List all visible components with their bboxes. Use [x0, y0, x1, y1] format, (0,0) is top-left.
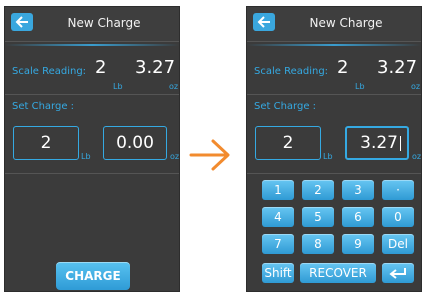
transition-arrow-icon: [189, 139, 230, 171]
charge-lb-field[interactable]: 2: [13, 126, 79, 160]
enter-arrow-icon: [389, 268, 406, 279]
scale-lb-value: 2: [95, 57, 107, 78]
section-divider: [5, 173, 179, 174]
key-0[interactable]: 0: [382, 207, 414, 227]
charge-oz-value: 0.00: [116, 133, 154, 153]
key-7[interactable]: 7: [262, 234, 294, 254]
key-dot[interactable]: ·: [382, 180, 414, 200]
scale-lb-value: 2: [337, 57, 349, 78]
back-arrow-icon: [257, 16, 270, 28]
header-divider: [5, 44, 179, 46]
charge-oz-field-active[interactable]: 3.27: [345, 126, 409, 160]
charge-oz-field[interactable]: 0.00: [103, 126, 167, 160]
charge-lb-value: 2: [282, 133, 294, 153]
set-charge-label: Set Charge :: [254, 101, 317, 112]
page-title: New Charge: [309, 16, 383, 30]
scale-oz-unit: oz: [411, 82, 421, 91]
key-enter[interactable]: [382, 263, 414, 283]
key-recover[interactable]: RECOVER: [300, 263, 376, 283]
section-divider: [247, 173, 421, 174]
section-divider: [5, 94, 179, 95]
scale-oz-value: 3.27: [377, 57, 418, 78]
text-cursor: [400, 135, 401, 151]
new-charge-screen-right: New Charge Scale Reading: 2 Lb 3.27 oz S…: [246, 6, 422, 292]
key-4[interactable]: 4: [262, 207, 294, 227]
key-2[interactable]: 2: [302, 180, 334, 200]
charge-lb-field[interactable]: 2: [255, 126, 321, 160]
set-charge-label: Set Charge :: [12, 101, 75, 112]
key-9[interactable]: 9: [342, 234, 374, 254]
scale-oz-unit: oz: [169, 82, 179, 91]
scale-lb-unit: Lb: [355, 82, 365, 91]
section-divider: [247, 94, 421, 95]
scale-oz-value: 3.27: [135, 57, 176, 78]
back-button[interactable]: [11, 13, 33, 31]
key-del[interactable]: Del: [382, 234, 414, 254]
back-button[interactable]: [253, 13, 275, 31]
key-shift[interactable]: Shift: [262, 263, 294, 283]
header: New Charge: [247, 7, 421, 42]
header-divider: [247, 44, 421, 46]
key-1[interactable]: 1: [262, 180, 294, 200]
page-title: New Charge: [67, 16, 141, 30]
scale-reading-label: Scale Reading:: [12, 66, 87, 77]
header: New Charge: [5, 7, 179, 42]
charge-lb-unit: Lb: [323, 152, 333, 161]
scale-reading-label: Scale Reading:: [254, 66, 329, 77]
new-charge-screen-left: New Charge Scale Reading: 2 Lb 3.27 oz S…: [4, 6, 180, 292]
charge-button[interactable]: CHARGE: [56, 262, 130, 290]
scale-lb-unit: Lb: [113, 82, 123, 91]
charge-oz-unit: oz: [170, 152, 180, 161]
back-arrow-icon: [15, 16, 28, 28]
charge-oz-value: 3.27: [360, 133, 398, 153]
key-5[interactable]: 5: [302, 207, 334, 227]
charge-oz-unit: oz: [412, 152, 422, 161]
key-3[interactable]: 3: [342, 180, 374, 200]
charge-lb-value: 2: [40, 133, 52, 153]
charge-lb-unit: Lb: [81, 152, 91, 161]
key-6[interactable]: 6: [342, 207, 374, 227]
key-8[interactable]: 8: [302, 234, 334, 254]
